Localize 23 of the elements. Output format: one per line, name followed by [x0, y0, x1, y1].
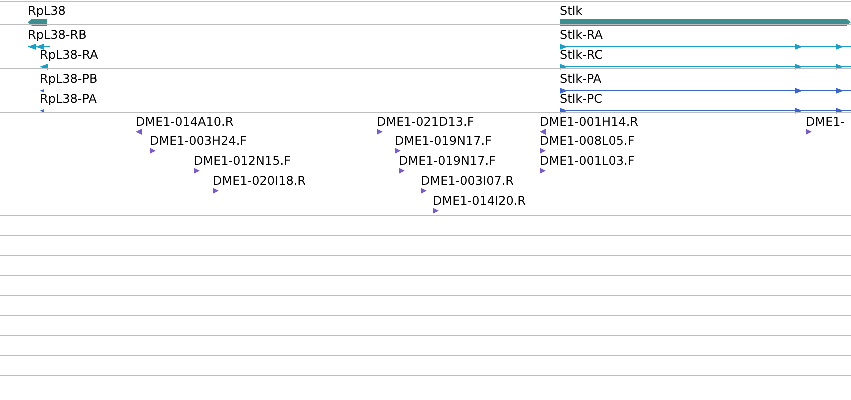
- feature-label: Stlk-PA: [560, 72, 603, 86]
- feature-label: RpL38-RB: [28, 28, 87, 42]
- feature-label: RpL38-PA: [40, 92, 97, 106]
- feature-label: DME1-: [806, 115, 846, 129]
- feature-label: RpL38-RA: [40, 48, 98, 62]
- feature-label: DME1-008L05.F: [540, 134, 635, 148]
- feature-label: DME1-003I07.R: [421, 174, 514, 188]
- feature-label: Stlk-RC: [560, 48, 604, 62]
- feature-label: Stlk-RA: [560, 28, 604, 42]
- feature-label: RpL38: [28, 4, 66, 18]
- feature-label: DME1-014A10.R: [136, 115, 234, 129]
- feature-label: DME1-020I18.R: [213, 174, 306, 188]
- feature-label: DME1-003H24.F: [150, 134, 248, 148]
- feature-label: DME1-019N17.F: [399, 154, 496, 168]
- feature-label: DME1-001H14.R: [540, 115, 638, 129]
- feature-label: RpL38-PB: [40, 72, 98, 86]
- feature-label: Stlk: [560, 4, 584, 18]
- feature-label: DME1-019N17.F: [395, 134, 492, 148]
- feature-label: DME1-001L03.F: [540, 154, 635, 168]
- feature-label: DME1-021D13.F: [377, 115, 474, 129]
- feature-label: DME1-014I20.R: [433, 194, 526, 208]
- feature-label: DME1-012N15.F: [194, 154, 292, 168]
- feature-label: Stlk-PC: [560, 92, 604, 106]
